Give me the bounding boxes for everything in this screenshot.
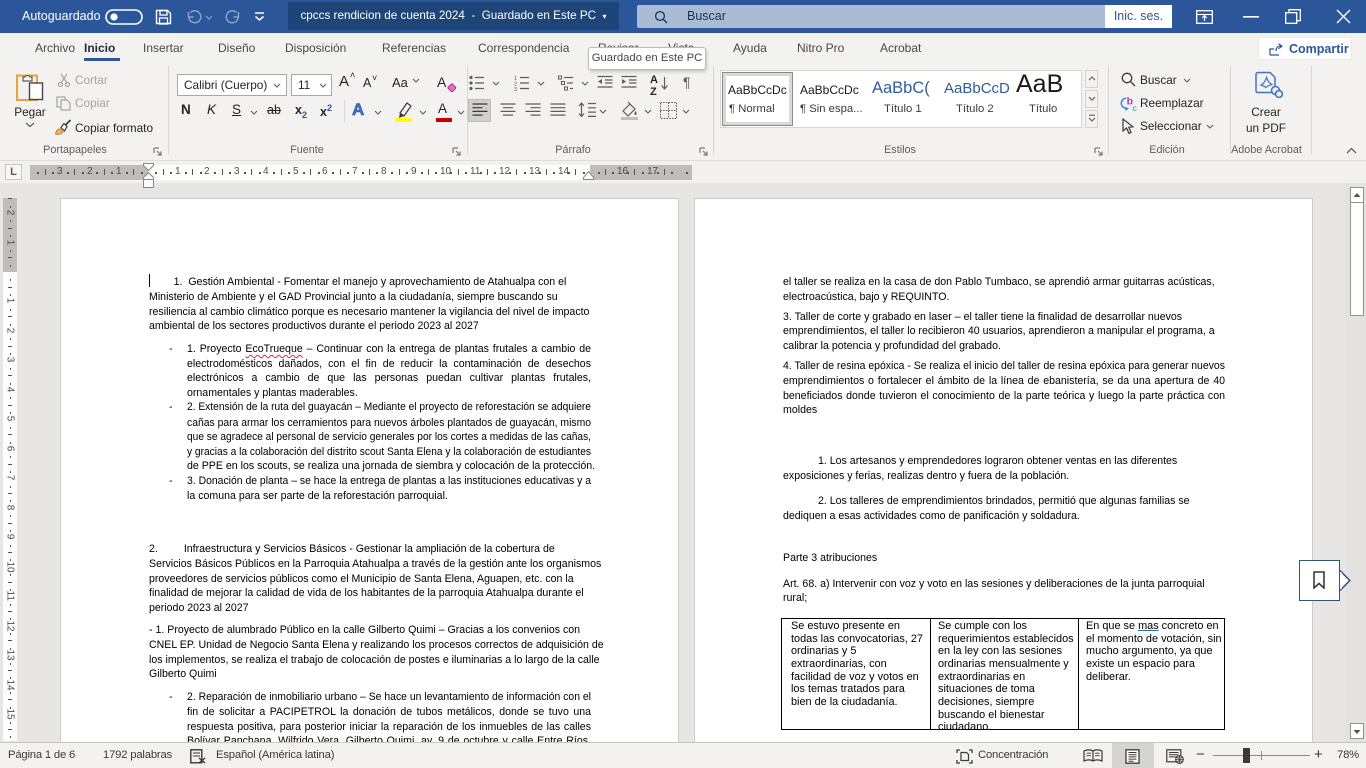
svg-text:c: c (1133, 103, 1138, 112)
svg-text:3: 3 (514, 87, 517, 91)
